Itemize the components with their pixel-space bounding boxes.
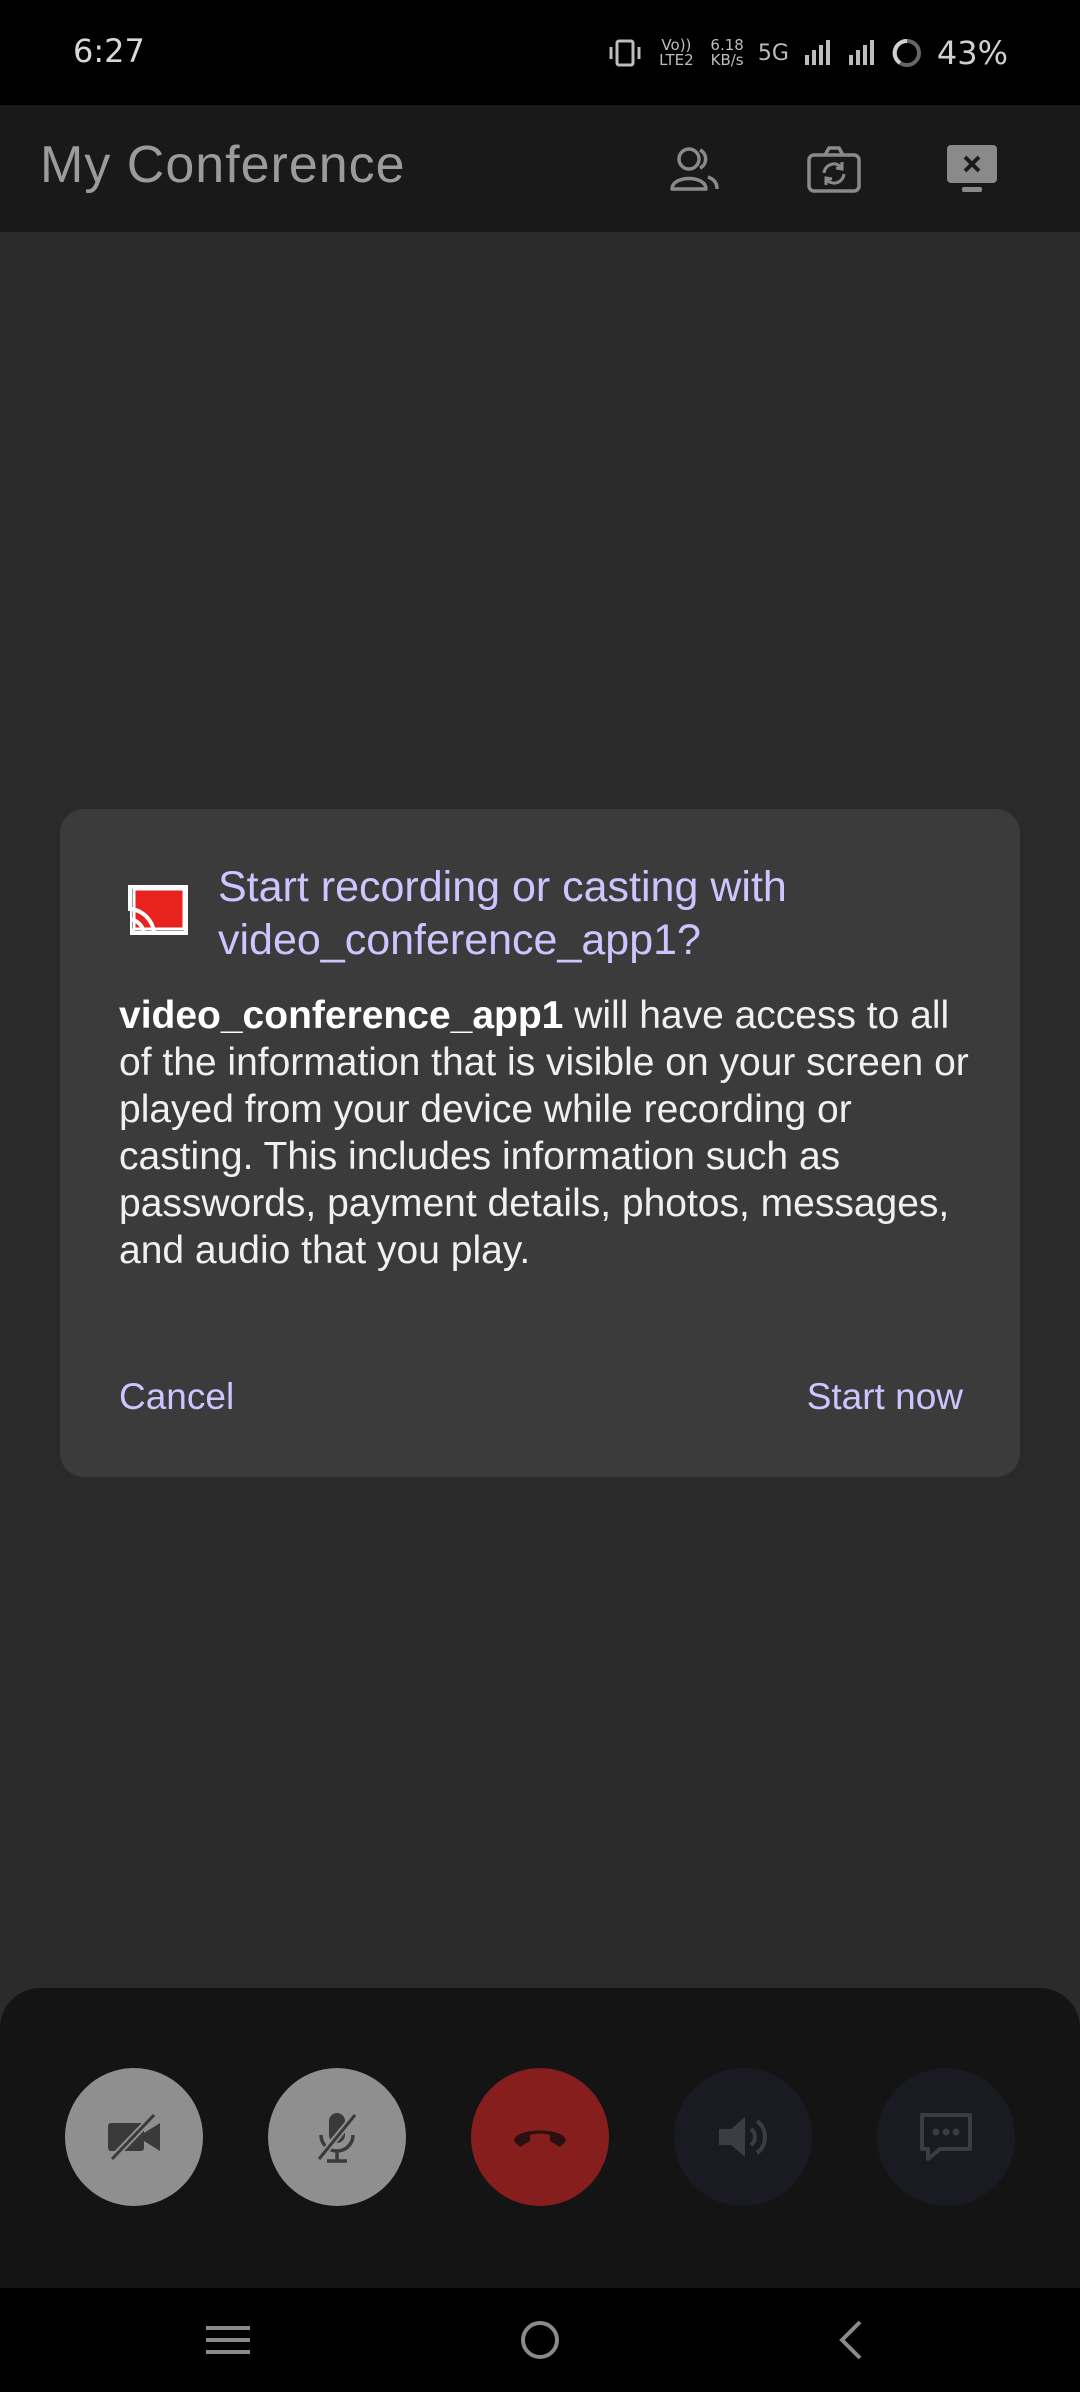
network-speed: 6.18 KB/s	[710, 38, 743, 68]
page-title: My Conference	[40, 136, 406, 194]
home-icon	[521, 2321, 559, 2359]
speaker-icon	[719, 2117, 767, 2157]
cast-permission-dialog: Start recording or casting with video_co…	[60, 809, 1020, 1477]
video-off-icon	[108, 2112, 160, 2162]
toggle-mic-button[interactable]	[268, 2068, 406, 2206]
dialog-body-app-name: video_conference_app1	[119, 994, 564, 1037]
status-bar: 6:27 Vo)) LTE2 6.18 KB/s 5G 43%	[0, 0, 1080, 105]
signal-icon	[804, 40, 830, 65]
chat-icon	[920, 2113, 972, 2161]
recents-button[interactable]	[188, 2308, 268, 2372]
signal-icon-2	[848, 40, 874, 65]
app-bar: My Conference	[0, 105, 1080, 232]
start-now-button[interactable]: Start now	[807, 1376, 963, 1418]
speaker-button[interactable]	[674, 2068, 812, 2206]
back-button[interactable]	[812, 2308, 892, 2372]
switch-camera-icon[interactable]	[804, 139, 864, 199]
mic-off-icon	[316, 2112, 358, 2163]
system-nav-bar	[0, 2288, 1080, 2392]
battery-level: 43%	[936, 34, 1008, 72]
vibrate-icon	[609, 39, 641, 67]
home-button[interactable]	[500, 2308, 580, 2372]
chat-button[interactable]	[877, 2068, 1015, 2206]
battery-ring-icon	[892, 38, 921, 67]
cast-icon	[126, 885, 188, 937]
network-type: 5G	[757, 40, 789, 66]
end-call-button[interactable]	[471, 2068, 609, 2206]
status-time: 6:27	[73, 32, 145, 70]
status-icons: Vo)) LTE2 6.18 KB/s 5G 43%	[608, 28, 1008, 78]
stop-screen-share-icon[interactable]	[942, 139, 1002, 199]
volte-indicator: Vo)) LTE2	[659, 36, 694, 69]
dialog-title: Start recording or casting with video_co…	[218, 863, 787, 964]
end-call-icon	[514, 2130, 566, 2147]
dialog-body: video_conference_app1 will have access t…	[119, 992, 979, 1274]
participants-icon[interactable]	[664, 139, 724, 199]
cancel-button[interactable]: Cancel	[119, 1376, 234, 1418]
recents-icon	[206, 2326, 250, 2354]
speed-unit: KB/s	[710, 51, 744, 69]
back-icon	[839, 2320, 862, 2360]
call-controls	[0, 1988, 1080, 2288]
toggle-video-button[interactable]	[65, 2068, 203, 2206]
